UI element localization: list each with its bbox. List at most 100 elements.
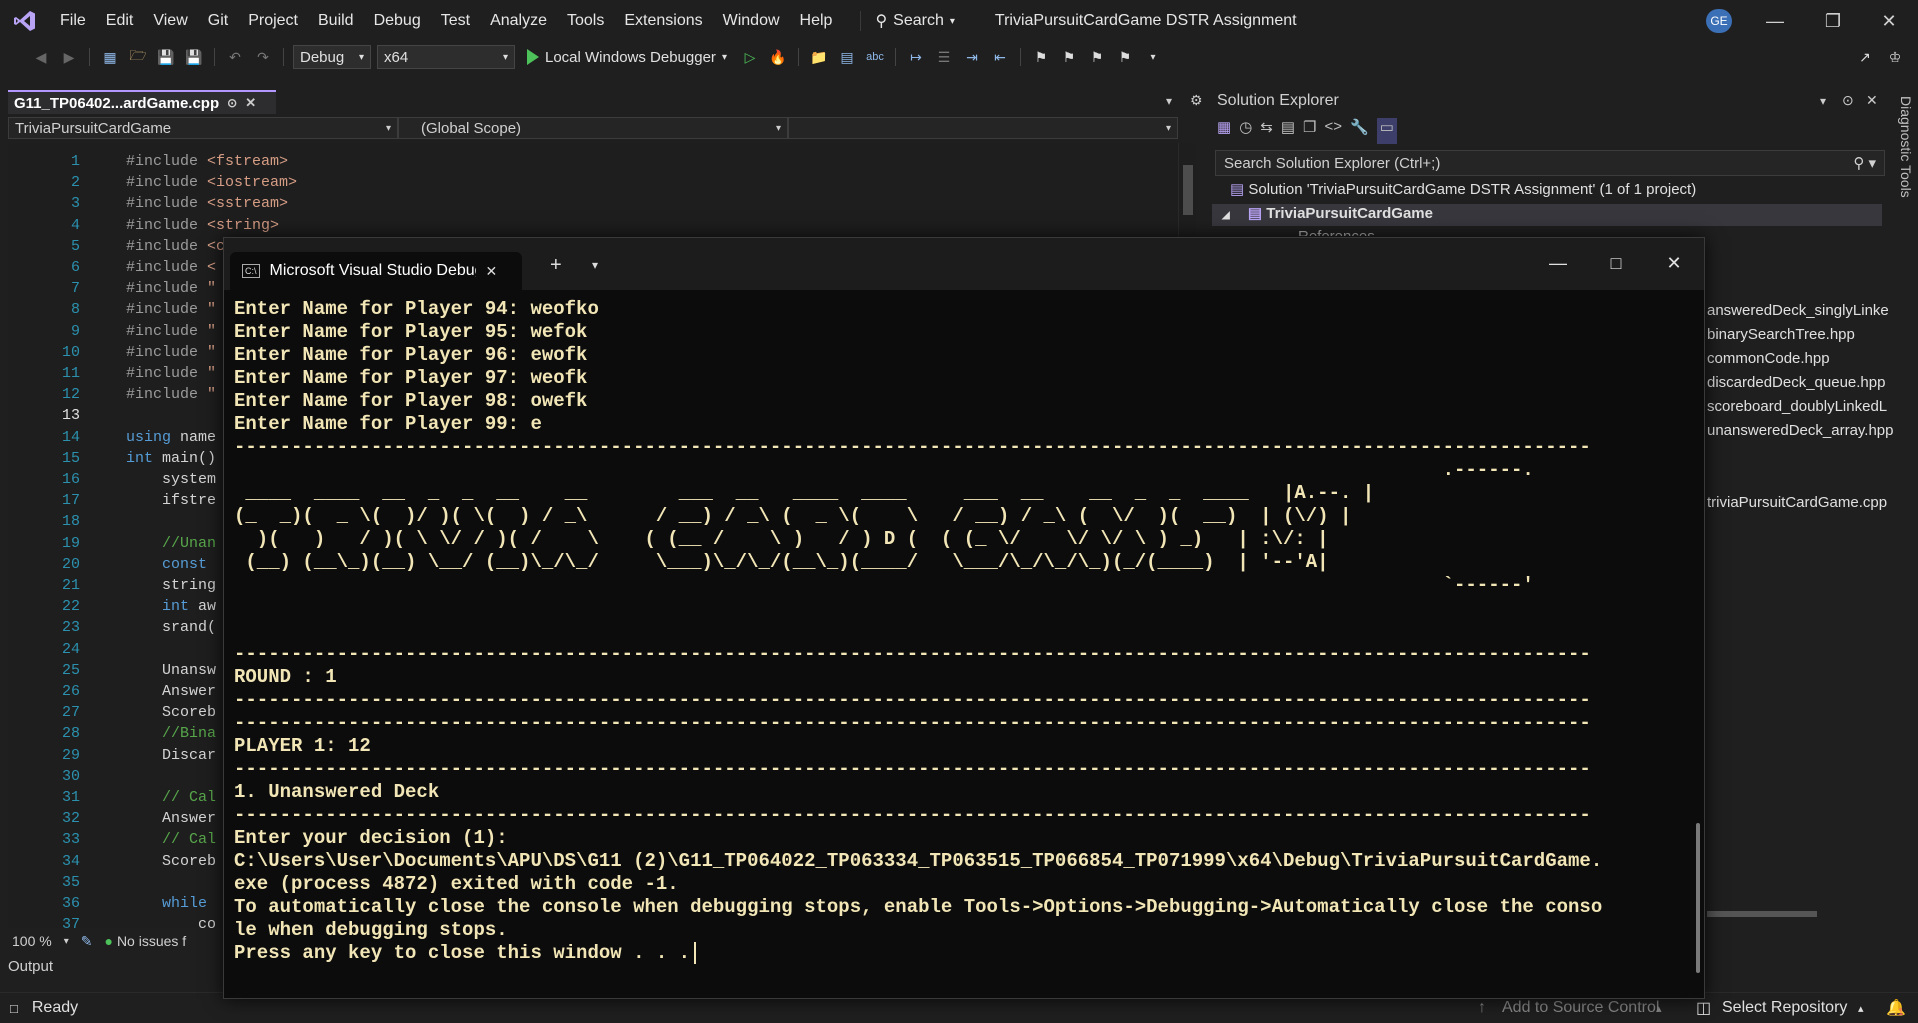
layout-icon[interactable]: ▤: [836, 46, 858, 68]
redo-icon[interactable]: ↷: [252, 46, 274, 68]
add-to-source-control[interactable]: Add to Source Control: [1502, 999, 1659, 1017]
format-icon[interactable]: ☰: [933, 46, 955, 68]
brush-icon[interactable]: ✎: [81, 933, 93, 950]
file-item[interactable]: answeredDeck_singlyLinke: [1707, 302, 1889, 319]
settings-gear-icon[interactable]: ⚙: [1190, 92, 1203, 109]
visual-studio-logo-icon[interactable]: [0, 0, 50, 42]
menu-tools[interactable]: Tools: [557, 0, 614, 42]
platform-select[interactable]: x64 ▾: [377, 45, 515, 69]
project-node[interactable]: ◢ ▤ TriviaPursuitCardGame: [1212, 204, 1882, 226]
preview-icon[interactable]: ▭: [1376, 118, 1397, 144]
console-scrollbar[interactable]: [1696, 823, 1700, 973]
menu-test[interactable]: Test: [431, 0, 480, 42]
console-close-button[interactable]: ✕: [1654, 248, 1694, 278]
restore-button[interactable]: ❐: [1804, 0, 1862, 42]
start-debugging-button[interactable]: Local Windows Debugger ▾: [521, 49, 733, 66]
select-repository[interactable]: Select Repository: [1722, 999, 1847, 1017]
menu-extensions[interactable]: Extensions: [614, 0, 712, 42]
indent-icon[interactable]: ⇥: [961, 46, 983, 68]
save-all-icon[interactable]: 💾: [183, 46, 205, 68]
file-item[interactable]: triviaPursuitCardGame.cpp: [1707, 494, 1887, 511]
show-all-files-icon[interactable]: ❐: [1303, 118, 1316, 144]
user-avatar[interactable]: GE: [1706, 9, 1732, 33]
chevron-down-icon[interactable]: ▾: [592, 258, 598, 272]
menu-window[interactable]: Window: [713, 0, 790, 42]
references-label: References: [1298, 228, 1375, 236]
close-button[interactable]: ✕: [1860, 0, 1918, 42]
toolbar-overflow-icon[interactable]: ▾: [1142, 46, 1164, 68]
menu-build[interactable]: Build: [308, 0, 364, 42]
console-minimize-button[interactable]: —: [1538, 248, 1578, 278]
tab-overflow-icon[interactable]: ▾: [1166, 94, 1172, 108]
outdent-icon[interactable]: ⇤: [989, 46, 1011, 68]
issues-label[interactable]: No issues f: [117, 933, 186, 949]
clear-bookmarks-icon[interactable]: ⚑: [1114, 46, 1136, 68]
solution-node[interactable]: ▤ Solution 'TriviaPursuitCardGame DSTR A…: [1230, 180, 1696, 198]
search-button[interactable]: ⚲ Search ▾: [860, 11, 955, 31]
new-project-icon[interactable]: ▦: [99, 46, 121, 68]
member-dropdown[interactable]: ▾: [788, 117, 1178, 139]
collapse-all-icon[interactable]: ▤: [1281, 118, 1295, 144]
new-tab-icon[interactable]: +: [550, 254, 562, 277]
code-icon[interactable]: <>: [1325, 118, 1343, 144]
diagnostic-tools-tab[interactable]: Diagnostic Tools: [1886, 90, 1914, 390]
forward-icon[interactable]: ▶: [58, 46, 80, 68]
code-line[interactable]: 3 #include <sstream>: [8, 193, 1184, 214]
scrollbar-thumb[interactable]: [1183, 165, 1193, 215]
save-icon[interactable]: 💾: [155, 46, 177, 68]
menu-view[interactable]: View: [143, 0, 197, 42]
folder-icon[interactable]: 📁: [808, 46, 830, 68]
menu-analyze[interactable]: Analyze: [480, 0, 557, 42]
console-tab[interactable]: C:\ Microsoft Visual Studio Debug Consol…: [230, 252, 522, 290]
file-item[interactable]: binarySearchTree.hpp: [1707, 326, 1855, 343]
menu-project[interactable]: Project: [238, 0, 308, 42]
horizontal-scrollbar[interactable]: [1707, 908, 1877, 920]
console-output[interactable]: Enter Name for Player 94: weofko Enter Na…: [234, 298, 1674, 993]
menu-debug[interactable]: Debug: [364, 0, 431, 42]
minimize-button[interactable]: —: [1746, 0, 1804, 42]
menu-edit[interactable]: Edit: [96, 0, 144, 42]
close-tab-icon[interactable]: ✕: [245, 95, 256, 111]
menu-git[interactable]: Git: [198, 0, 238, 42]
menu-help[interactable]: Help: [790, 0, 843, 42]
back-icon[interactable]: ◀: [30, 46, 52, 68]
file-item[interactable]: scoreboard_doublyLinkedL: [1707, 398, 1887, 415]
step-icon[interactable]: ↦: [905, 46, 927, 68]
chevron-down-icon[interactable]: ▾: [1820, 94, 1826, 108]
file-item[interactable]: discardedDeck_queue.hpp: [1707, 374, 1885, 391]
scope-dropdown[interactable]: (Global Scope) ▾: [398, 117, 788, 139]
live-share-icon[interactable]: ↗: [1854, 46, 1876, 68]
references-node[interactable]: References: [1298, 228, 1375, 236]
feedback-icon[interactable]: ♔: [1884, 46, 1906, 68]
history-icon[interactable]: ◷: [1239, 118, 1252, 144]
configuration-select[interactable]: Debug ▾: [293, 45, 371, 69]
sync-icon[interactable]: ⇆: [1260, 118, 1273, 144]
pin-icon[interactable]: ⊙: [227, 96, 237, 110]
spell-check-icon[interactable]: abc: [864, 46, 886, 68]
start-without-debugging-icon[interactable]: ▷: [739, 46, 761, 68]
switch-views-icon[interactable]: ▦: [1217, 118, 1231, 144]
code-line[interactable]: 2 #include <iostream>: [8, 172, 1184, 193]
undo-icon[interactable]: ↶: [224, 46, 246, 68]
open-folder-icon[interactable]: 🗁: [127, 46, 149, 68]
solution-search-input[interactable]: Search Solution Explorer (Ctrl+;) ⚲ ▾: [1215, 150, 1885, 176]
code-line[interactable]: 1 #include <fstream>: [8, 151, 1184, 172]
prev-bookmark-icon[interactable]: ⚑: [1058, 46, 1080, 68]
file-item[interactable]: unansweredDeck_array.hpp: [1707, 422, 1894, 439]
bookmark-icon[interactable]: ⚑: [1030, 46, 1052, 68]
tab-main-cpp[interactable]: G11_TP06402...ardGame.cpp ⊙ ✕: [8, 90, 276, 114]
output-panel-title[interactable]: Output: [8, 958, 53, 975]
hot-reload-icon[interactable]: 🔥: [767, 46, 789, 68]
zoom-level[interactable]: 100 %: [12, 933, 52, 949]
file-item[interactable]: commonCode.hpp: [1707, 350, 1830, 367]
code-line[interactable]: 4 #include <string>: [8, 215, 1184, 236]
close-tab-icon[interactable]: ✕: [486, 263, 498, 280]
console-maximize-button[interactable]: □: [1596, 248, 1636, 278]
menu-file[interactable]: File: [50, 0, 96, 42]
close-icon[interactable]: ✕: [1866, 92, 1878, 109]
properties-icon[interactable]: 🔧: [1350, 118, 1369, 144]
pin-icon[interactable]: ⊙: [1842, 92, 1854, 109]
next-bookmark-icon[interactable]: ⚑: [1086, 46, 1108, 68]
project-dropdown[interactable]: TriviaPursuitCardGame ▾: [8, 117, 398, 139]
scrollbar-thumb[interactable]: [1707, 911, 1817, 917]
